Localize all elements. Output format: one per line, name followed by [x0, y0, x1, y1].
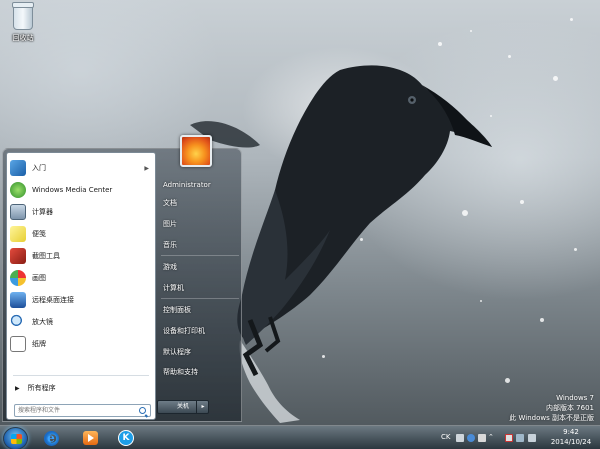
program-remote-desktop[interactable]: 远程桌面连接 — [10, 290, 153, 310]
taskbar-k-app[interactable]: K — [113, 428, 139, 448]
sticky-notes-icon — [10, 226, 26, 242]
right-item-devices-printers[interactable]: 设备和打印机 — [160, 323, 240, 339]
settings-tray-icon[interactable] — [478, 434, 486, 442]
program-label: 计算器 — [32, 208, 53, 216]
program-label: 远程桌面连接 — [32, 296, 74, 304]
right-item-pictures[interactable]: 图片 — [160, 216, 240, 232]
search-input[interactable] — [14, 404, 151, 417]
right-item-games[interactable]: 游戏 — [160, 259, 240, 275]
watermark-build: 内部版本 7601 — [545, 404, 594, 412]
input-method-indicator[interactable]: CK — [441, 433, 450, 441]
help-icon[interactable] — [467, 434, 475, 442]
program-snipping-tool[interactable]: 截图工具 — [10, 246, 153, 266]
right-item-help-support[interactable]: 帮助和支持 — [160, 364, 240, 380]
watermark-os: Windows 7 — [556, 394, 594, 402]
taskbar-clock[interactable]: 9:42 2014/10/24 — [546, 427, 596, 447]
program-label: 放大镜 — [32, 318, 53, 326]
internet-explorer-icon: e — [43, 430, 59, 446]
remote-desktop-icon — [10, 292, 26, 308]
watermark-genuine: 此 Windows 副本不是正版 — [509, 414, 594, 422]
right-item-documents[interactable]: 文档 — [160, 195, 240, 211]
program-solitaire[interactable]: 纸牌 — [10, 334, 153, 354]
search-icon[interactable] — [139, 407, 146, 414]
volume-icon[interactable] — [528, 434, 536, 442]
clock-date: 2014/10/24 — [550, 438, 592, 446]
program-paint[interactable]: 画图 — [10, 268, 153, 288]
program-magnifier[interactable]: 放大镜 — [10, 312, 153, 332]
submenu-arrow-icon: ▶ — [144, 164, 149, 172]
start-menu-programs-pane: 入门 ▶ Windows Media Center 计算器 便笺 截图工具 画图… — [6, 152, 156, 420]
program-label: Windows Media Center — [32, 186, 113, 194]
k-app-icon: K — [118, 430, 134, 446]
snipping-tool-icon — [10, 248, 26, 264]
all-programs-label: 所有程序 — [27, 384, 56, 392]
keyboard-icon[interactable] — [456, 434, 464, 442]
expand-arrow-icon: ▶ — [15, 384, 20, 392]
getting-started-icon — [10, 160, 26, 176]
shutdown-options-arrow-icon[interactable]: ▸ — [196, 400, 209, 414]
right-item-music[interactable]: 音乐 — [160, 237, 240, 253]
start-menu: 入门 ▶ Windows Media Center 计算器 便笺 截图工具 画图… — [2, 148, 242, 422]
expand-tray-icon[interactable]: ⌃ — [488, 433, 494, 441]
right-item-default-programs[interactable]: 默认程序 — [160, 344, 240, 360]
program-getting-started[interactable]: 入门 ▶ — [10, 158, 153, 178]
start-button[interactable] — [3, 427, 28, 449]
program-sticky-notes[interactable]: 便笺 — [10, 224, 153, 244]
recycle-bin-label: 回收站 — [12, 34, 34, 42]
program-label: 截图工具 — [32, 252, 60, 260]
programs-divider — [13, 375, 149, 376]
network-icon[interactable] — [516, 434, 524, 442]
clock-time: 9:42 — [563, 428, 579, 436]
calculator-icon — [10, 204, 26, 220]
magnifier-icon — [10, 314, 26, 330]
user-avatar[interactable] — [180, 135, 212, 167]
right-item-computer[interactable]: 计算机 — [160, 280, 240, 296]
solitaire-icon — [10, 336, 26, 352]
recycle-bin[interactable]: 回收站 — [6, 2, 40, 43]
right-item-control-panel[interactable]: 控制面板 — [160, 302, 240, 318]
program-media-center[interactable]: Windows Media Center — [10, 180, 153, 200]
taskbar-media-player[interactable] — [77, 428, 103, 448]
recycle-bin-icon — [12, 2, 34, 30]
program-label: 画图 — [32, 274, 46, 282]
action-center-flag-icon[interactable] — [505, 434, 513, 442]
windows-watermark: Windows 7 内部版本 7601 此 Windows 副本不是正版 — [509, 393, 594, 423]
program-calculator[interactable]: 计算器 — [10, 202, 153, 222]
taskbar-internet-explorer[interactable]: e — [38, 428, 64, 448]
media-player-icon — [82, 431, 98, 445]
right-divider — [161, 298, 239, 299]
windows-logo-icon — [11, 434, 22, 444]
all-programs-button[interactable]: ▶ 所有程序 — [11, 381, 151, 395]
program-label: 便笺 — [32, 230, 46, 238]
media-center-icon — [10, 182, 26, 198]
paint-icon — [10, 270, 26, 286]
right-divider — [161, 255, 239, 256]
program-label: 入门 — [32, 164, 46, 172]
user-name[interactable]: Administrator — [160, 177, 240, 193]
taskbar: e K CK ⌃ — [0, 425, 600, 449]
program-label: 纸牌 — [32, 340, 46, 348]
